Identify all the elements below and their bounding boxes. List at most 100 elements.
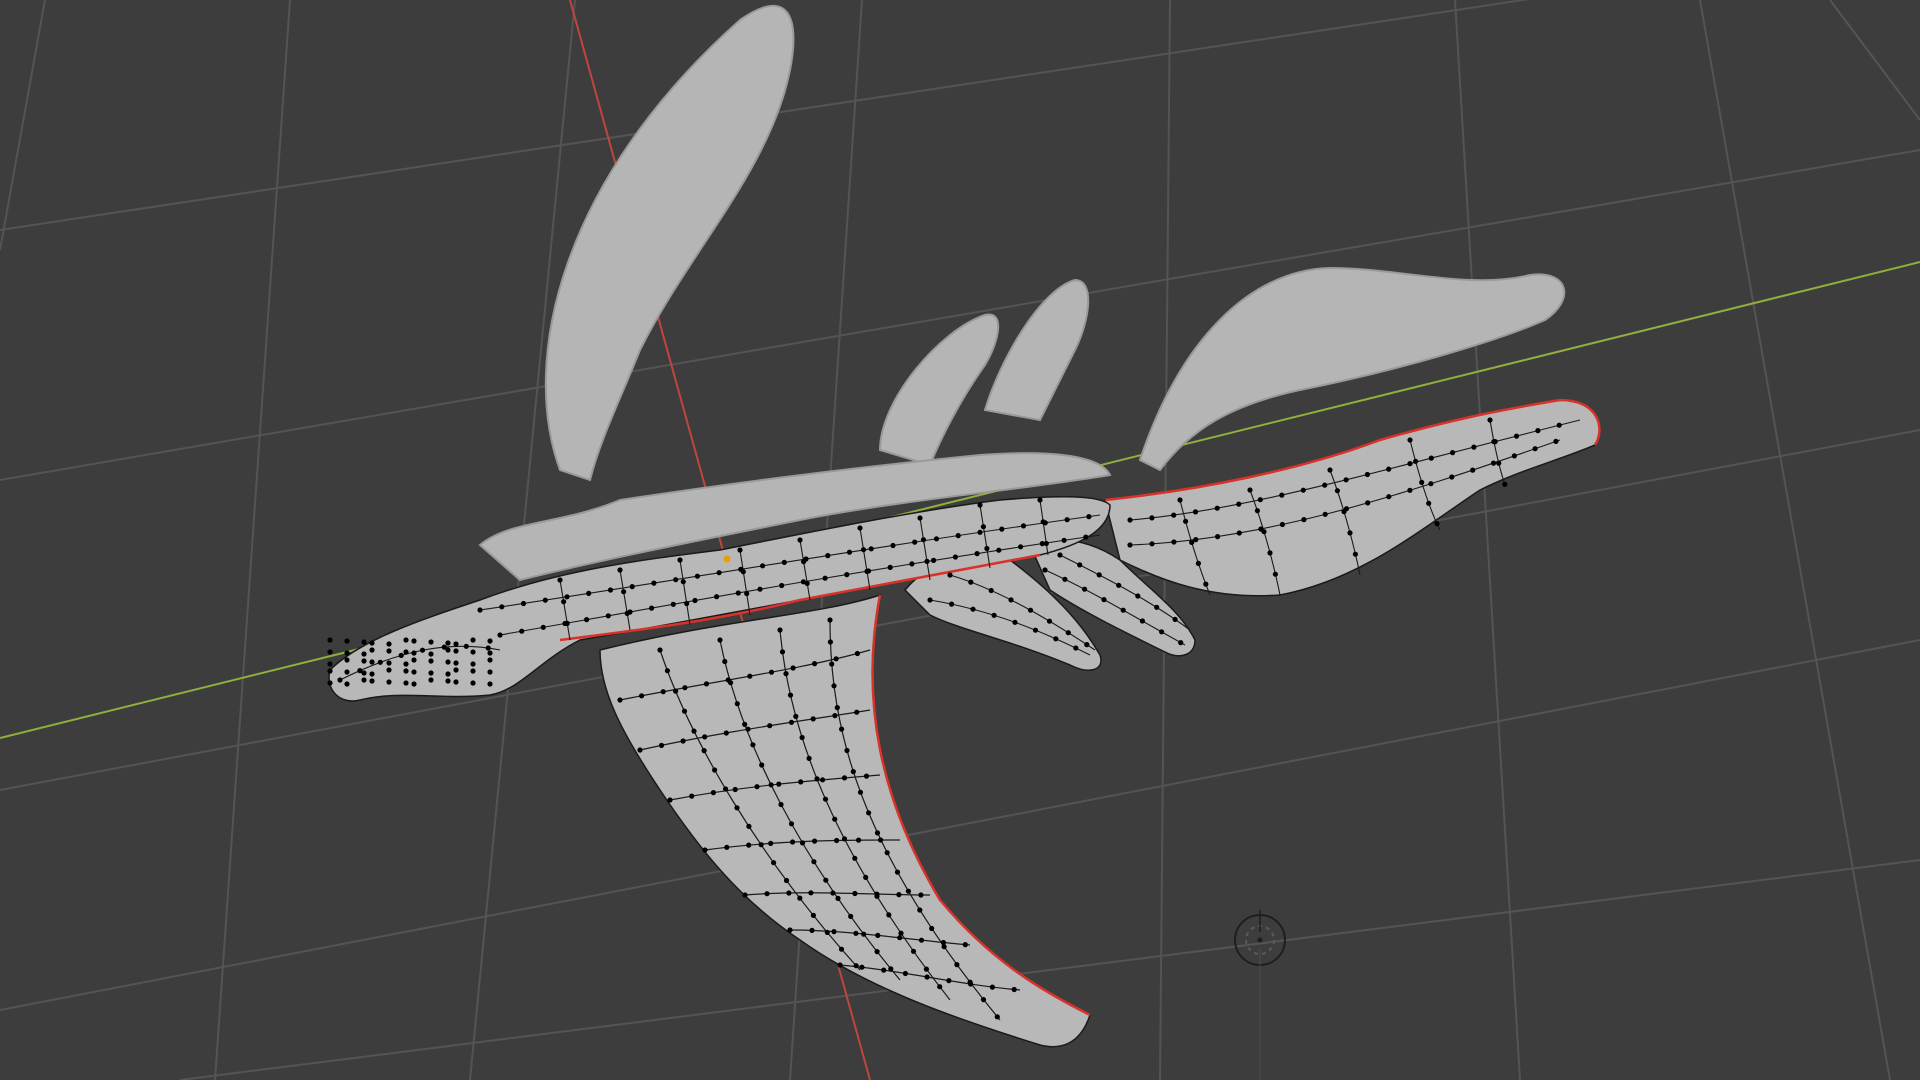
vertex-point[interactable] xyxy=(386,648,392,654)
vertex-point[interactable] xyxy=(702,734,708,740)
vertex-point[interactable] xyxy=(369,678,375,684)
vertex-point[interactable] xyxy=(864,568,870,575)
vertex-point[interactable] xyxy=(786,890,792,896)
vertex-point[interactable] xyxy=(386,660,392,666)
vertex-point[interactable] xyxy=(854,650,861,657)
vertex-point[interactable] xyxy=(519,628,525,634)
viewport-canvas[interactable] xyxy=(0,0,1920,1080)
vertex-point[interactable] xyxy=(682,685,688,691)
vertex-point[interactable] xyxy=(403,637,409,643)
vertex-point[interactable] xyxy=(369,647,375,653)
vertex-point[interactable] xyxy=(497,632,503,638)
vertex-point[interactable] xyxy=(937,984,943,990)
vertex-point[interactable] xyxy=(933,536,940,542)
vertex-point[interactable] xyxy=(470,649,476,655)
vertex-point[interactable] xyxy=(428,658,434,664)
vertex-point[interactable] xyxy=(918,892,924,898)
vertex-point[interactable] xyxy=(829,661,835,667)
vertex-point[interactable] xyxy=(781,559,787,566)
vertex-point[interactable] xyxy=(1247,487,1253,493)
vertex-point[interactable] xyxy=(1073,645,1079,651)
vertex-point[interactable] xyxy=(875,932,881,939)
vertex-point[interactable] xyxy=(403,680,409,686)
vertex-point[interactable] xyxy=(1261,529,1267,535)
vertex-point[interactable] xyxy=(453,648,459,654)
vertex-point[interactable] xyxy=(1042,567,1048,573)
vertex-point[interactable] xyxy=(1101,597,1107,603)
vertex-point[interactable] xyxy=(453,660,459,666)
vertex-point[interactable] xyxy=(888,966,894,972)
vertex-point[interactable] xyxy=(996,547,1002,553)
vertex-point[interactable] xyxy=(955,533,961,539)
vertex-point[interactable] xyxy=(651,580,657,586)
vertex-point[interactable] xyxy=(607,587,614,593)
vertex-point[interactable] xyxy=(799,734,805,741)
vertex-point[interactable] xyxy=(445,647,451,653)
vertex-point[interactable] xyxy=(1267,550,1273,556)
vertex-point[interactable] xyxy=(586,590,592,597)
vertex-point[interactable] xyxy=(639,693,645,699)
vertex-point[interactable] xyxy=(732,786,738,793)
vertex-point[interactable] xyxy=(637,747,643,753)
vertex-point[interactable] xyxy=(714,594,720,600)
vertex-point[interactable] xyxy=(712,767,718,773)
vertex-point[interactable] xyxy=(386,667,392,673)
vertex-point[interactable] xyxy=(724,844,730,850)
vertex-point[interactable] xyxy=(839,726,845,732)
vertex-point[interactable] xyxy=(852,855,858,861)
vertex-point[interactable] xyxy=(947,572,953,578)
vertex-point[interactable] xyxy=(868,546,874,552)
active-vertex[interactable] xyxy=(723,555,731,563)
vertex-point[interactable] xyxy=(428,651,434,657)
vertex-point[interactable] xyxy=(1011,986,1017,993)
vertex-point[interactable] xyxy=(1149,515,1155,521)
vertex-point[interactable] xyxy=(754,784,760,790)
vertex-point[interactable] xyxy=(1116,582,1122,588)
vertex-point[interactable] xyxy=(1449,474,1455,480)
vertex-point[interactable] xyxy=(1236,501,1242,507)
vertex-point[interactable] xyxy=(764,891,770,897)
vertex-point[interactable] xyxy=(1082,586,1088,592)
vertex-point[interactable] xyxy=(1020,523,1027,529)
vertex-point[interactable] xyxy=(673,577,679,583)
vertex-point[interactable] xyxy=(1139,618,1145,624)
vertex-point[interactable] xyxy=(912,539,918,545)
vertex-point[interactable] xyxy=(941,944,947,950)
vertex-point[interactable] xyxy=(824,929,830,936)
vertex-point[interactable] xyxy=(952,554,959,560)
vertex-point[interactable] xyxy=(853,930,859,936)
vertex-point[interactable] xyxy=(344,657,350,663)
vertex-point[interactable] xyxy=(1513,433,1520,439)
vertex-point[interactable] xyxy=(702,847,708,853)
vertex-point[interactable] xyxy=(1043,540,1049,547)
vertex-point[interactable] xyxy=(962,942,968,948)
vertex-point[interactable] xyxy=(1490,460,1497,466)
vertex-point[interactable] xyxy=(1195,560,1201,567)
vertex-point[interactable] xyxy=(361,651,367,657)
vertex-point[interactable] xyxy=(758,842,764,848)
vertex-point[interactable] xyxy=(767,723,773,729)
vertex-point[interactable] xyxy=(411,669,417,675)
3d-viewport[interactable] xyxy=(0,0,1920,1080)
vertex-point[interactable] xyxy=(790,665,796,671)
vertex-point[interactable] xyxy=(830,890,836,896)
vertex-point[interactable] xyxy=(1428,481,1434,487)
vertex-point[interactable] xyxy=(878,837,884,843)
vertex-point[interactable] xyxy=(1214,505,1220,511)
vertex-point[interactable] xyxy=(1279,521,1285,528)
vertex-point[interactable] xyxy=(681,708,688,714)
vertex-point[interactable] xyxy=(779,582,785,589)
vertex-point[interactable] xyxy=(1040,519,1046,525)
vertex-point[interactable] xyxy=(694,573,701,579)
vertex-point[interactable] xyxy=(832,713,838,719)
vertex-point[interactable] xyxy=(968,579,974,585)
vertex-point[interactable] xyxy=(745,726,751,732)
vertex-point[interactable] xyxy=(757,586,763,592)
vertex-point[interactable] xyxy=(1149,541,1155,547)
vertex-point[interactable] xyxy=(1032,627,1039,633)
vertex-point[interactable] xyxy=(453,641,459,647)
vertex-point[interactable] xyxy=(783,671,789,677)
vertex-point[interactable] xyxy=(428,639,434,645)
vertex-point[interactable] xyxy=(1171,512,1177,518)
vertex-point[interactable] xyxy=(386,679,392,685)
